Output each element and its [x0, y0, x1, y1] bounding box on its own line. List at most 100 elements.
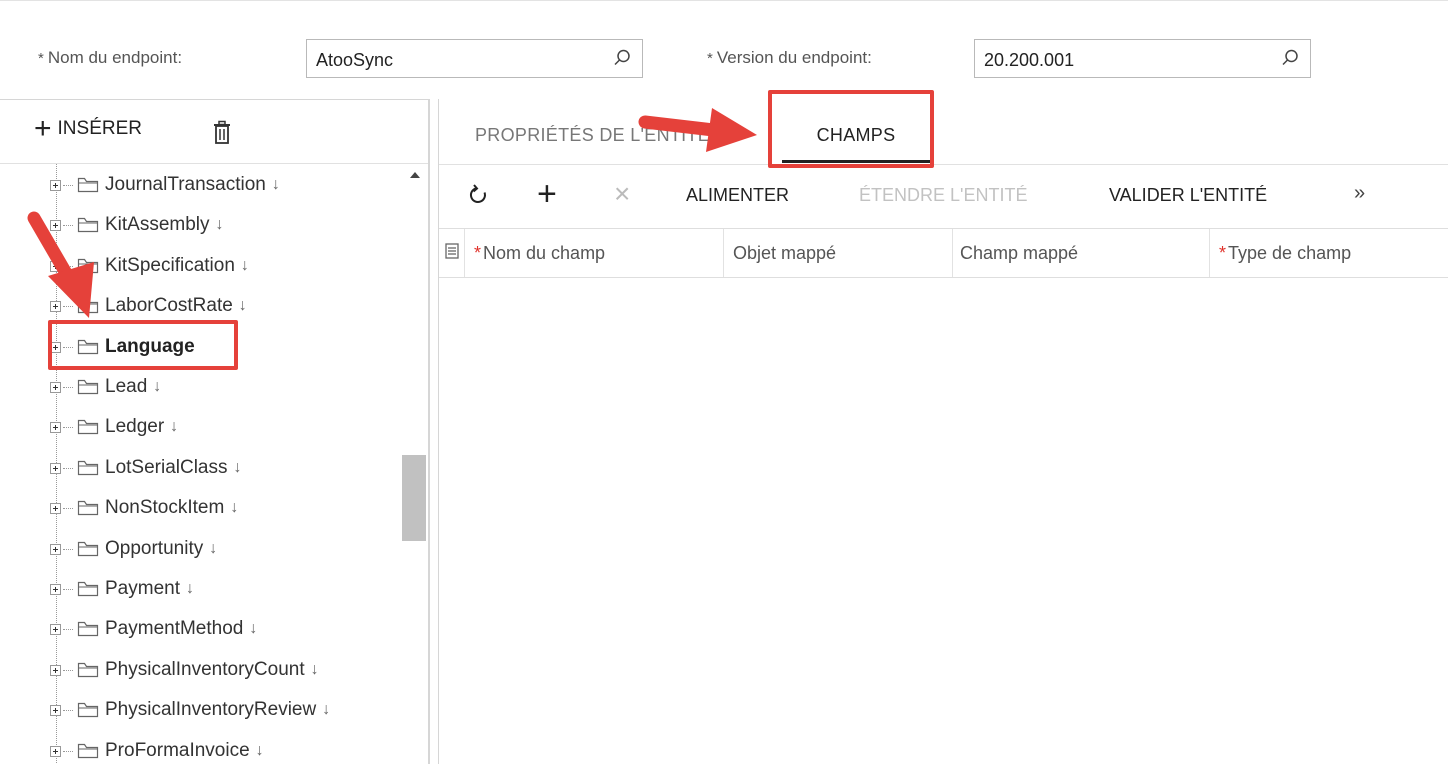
entity-tree-panel: + INSÉRER JournalTransaction ↓ KitAssembly…: [0, 99, 430, 764]
folder-icon: [77, 339, 99, 355]
folder-icon: [77, 460, 99, 476]
tree-node-label: LotSerialClass: [105, 457, 228, 478]
endpoint-name-value: AtooSync: [316, 50, 394, 70]
column-header-field-type[interactable]: * Type de champ: [1210, 229, 1448, 277]
column-header-mapped-object[interactable]: Objet mappé: [724, 229, 953, 277]
endpoint-name-label: * Nom du endpoint:: [38, 48, 183, 67]
expand-icon[interactable]: [50, 664, 61, 676]
expand-icon[interactable]: [50, 341, 61, 353]
tree-connector-line: [63, 669, 73, 671]
folder-icon: [77, 298, 99, 314]
folder-icon: [77, 743, 99, 759]
tree-scrollbar[interactable]: [402, 164, 428, 764]
column-header-field-name[interactable]: * Nom du champ: [465, 229, 724, 277]
tree-connector-line: [63, 346, 73, 348]
tree-node[interactable]: LaborCostRate ↓: [50, 293, 247, 319]
grid-settings-icon: [445, 243, 459, 259]
sort-down-arrow-icon: ↓: [255, 742, 264, 759]
expand-icon[interactable]: [50, 704, 61, 716]
search-icon[interactable]: [1280, 48, 1300, 68]
sort-down-arrow-icon: ↓: [170, 418, 179, 435]
column-settings-icon[interactable]: [439, 229, 465, 277]
tree-node[interactable]: PhysicalInventoryCount ↓: [50, 657, 319, 683]
tree-connector-line: [63, 467, 73, 469]
refresh-icon[interactable]: [467, 183, 491, 207]
tree-node[interactable]: PhysicalInventoryReview ↓: [50, 697, 330, 723]
tree-node[interactable]: Opportunity ↓: [50, 536, 217, 562]
tree-node[interactable]: KitAssembly ↓: [50, 212, 224, 238]
expand-icon[interactable]: [50, 543, 61, 555]
entity-tree: JournalTransaction ↓ KitAssembly ↓ KitSpecif…: [0, 164, 400, 764]
tree-node[interactable]: KitSpecification ↓: [50, 253, 249, 279]
tab-entity-properties[interactable]: PROPRIÉTÉS DE L'ENTITÉ: [475, 125, 710, 146]
expand-icon[interactable]: [50, 623, 61, 635]
sort-down-arrow-icon: ↓: [153, 378, 162, 395]
insert-button[interactable]: + INSÉRER: [34, 112, 142, 145]
expand-icon[interactable]: [50, 583, 61, 595]
sort-down-arrow-icon: ↓: [322, 701, 331, 718]
add-row-button[interactable]: +: [537, 177, 557, 211]
tree-connector-line: [63, 548, 73, 550]
endpoint-header: * Nom du endpoint: AtooSync * Version du e…: [0, 0, 1448, 99]
expand-icon[interactable]: [50, 260, 61, 272]
expand-icon[interactable]: [50, 179, 61, 191]
endpoint-name-field[interactable]: AtooSync: [306, 39, 643, 78]
tree-node-label: Lead: [105, 376, 148, 397]
tree-node[interactable]: PaymentMethod ↓: [50, 616, 257, 642]
more-actions-icon[interactable]: »: [1354, 182, 1365, 205]
column-header-mapped-field[interactable]: Champ mappé: [953, 229, 1210, 277]
sort-down-arrow-icon: ↓: [238, 297, 247, 314]
tree-connector-line: [63, 750, 73, 752]
tree-node[interactable]: JournalTransaction ↓: [50, 172, 280, 198]
plus-icon: +: [34, 112, 52, 145]
tree-node[interactable]: LotSerialClass ↓: [50, 455, 242, 481]
tree-connector-line: [63, 709, 73, 711]
folder-icon: [77, 621, 99, 637]
folder-icon: [77, 217, 99, 233]
tree-node-label: KitSpecification: [105, 255, 235, 276]
tree-node[interactable]: ProFormaInvoice ↓: [50, 738, 264, 764]
expand-icon[interactable]: [50, 421, 61, 433]
populate-button[interactable]: ALIMENTER: [686, 185, 789, 206]
sort-down-arrow-icon: ↓: [249, 620, 258, 637]
tree-connector-line: [63, 588, 73, 590]
tree-node-label: LaborCostRate: [105, 295, 233, 316]
insert-button-label: INSÉRER: [57, 118, 142, 139]
validate-entity-button[interactable]: VALIDER L'ENTITÉ: [1109, 185, 1267, 206]
tree-toolbar: + INSÉRER: [0, 100, 428, 164]
tree-connector-line: [63, 224, 73, 226]
folder-icon: [77, 702, 99, 718]
expand-icon[interactable]: [50, 462, 61, 474]
sort-down-arrow-icon: ↓: [209, 540, 218, 557]
sort-down-arrow-icon: ↓: [271, 176, 280, 193]
tree-node[interactable]: Payment ↓: [50, 576, 194, 602]
tab-fields[interactable]: CHAMPS: [782, 125, 930, 163]
extend-entity-button[interactable]: ÉTENDRE L'ENTITÉ: [859, 185, 1027, 206]
trash-icon[interactable]: [212, 120, 232, 146]
sort-down-arrow-icon: ↓: [310, 661, 319, 678]
tree-connector-line: [63, 305, 73, 307]
expand-icon[interactable]: [50, 300, 61, 312]
expand-icon[interactable]: [50, 219, 61, 231]
expand-icon[interactable]: [50, 381, 61, 393]
tree-node-label: Opportunity: [105, 538, 204, 559]
tree-node[interactable]: Ledger ↓: [50, 414, 178, 440]
tree-node-label: Language: [105, 336, 195, 357]
tree-connector-line: [63, 426, 73, 428]
delete-row-button[interactable]: ×: [614, 179, 630, 209]
endpoint-version-field[interactable]: 20.200.001: [974, 39, 1311, 78]
folder-icon: [77, 177, 99, 193]
tree-node-label: PhysicalInventoryReview: [105, 699, 317, 720]
scroll-up-arrow-icon[interactable]: [410, 172, 420, 178]
expand-icon[interactable]: [50, 502, 61, 514]
expand-icon[interactable]: [50, 745, 61, 757]
tab-bar: PROPRIÉTÉS DE L'ENTITÉ CHAMPS: [439, 99, 1448, 165]
tree-node[interactable]: Lead ↓: [50, 374, 161, 400]
scrollbar-thumb[interactable]: [402, 455, 426, 541]
tree-connector-line: [63, 386, 73, 388]
search-icon[interactable]: [612, 48, 632, 68]
tree-node-label: KitAssembly: [105, 214, 210, 235]
tree-node[interactable]: NonStockItem ↓: [50, 495, 238, 521]
tree-node[interactable]: Language: [50, 334, 195, 360]
tree-connector-line: [63, 507, 73, 509]
